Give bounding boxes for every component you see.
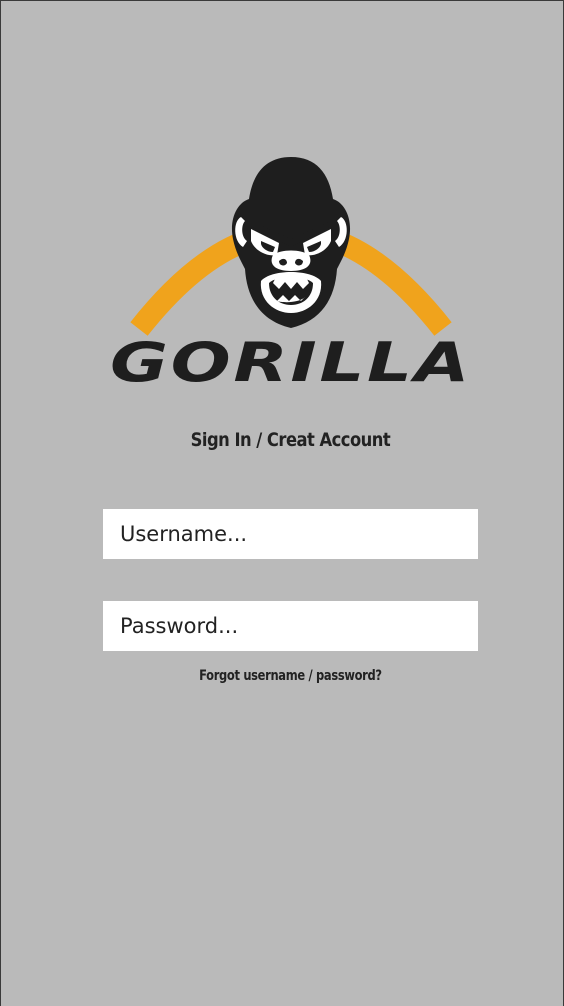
forgot-credentials-link[interactable]: Forgot username / password?: [53, 668, 528, 684]
password-input[interactable]: [103, 601, 478, 651]
gorilla-head-icon: [231, 157, 351, 328]
brand-wordmark-text: GORILLA: [110, 331, 472, 391]
brand-wordmark: GORILLA: [110, 331, 472, 391]
app-screen: GORILLA Sign In / Creat Account Forgot u…: [0, 0, 564, 1006]
page-title: Sign In / Creat Account: [190, 429, 391, 451]
username-input[interactable]: [103, 509, 478, 559]
